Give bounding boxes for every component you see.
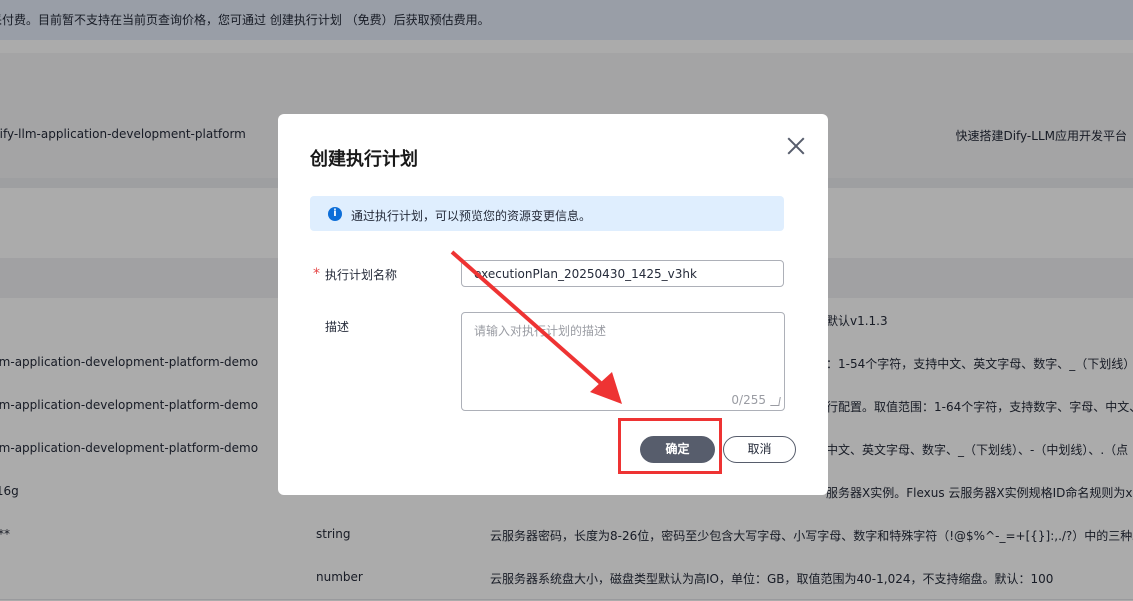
plan-name-input[interactable] (461, 260, 784, 287)
dialog-title: 创建执行计划 (310, 149, 418, 170)
resize-handle-icon[interactable] (770, 397, 781, 406)
close-icon[interactable] (786, 136, 806, 156)
required-mark: * (313, 266, 320, 282)
description-field: 0/255 (461, 312, 785, 411)
char-counter: 0/255 (731, 393, 766, 407)
description-label: 描述 (325, 320, 350, 334)
plan-name-label: 执行计划名称 (325, 268, 398, 282)
info-alert: i 通过执行计划，可以预览您的资源变更信息。 (310, 196, 784, 231)
cancel-button[interactable]: 取消 (723, 436, 796, 463)
info-alert-text: 通过执行计划，可以预览您的资源变更信息。 (351, 209, 592, 223)
info-icon: i (328, 207, 342, 221)
create-execution-plan-dialog: 创建执行计划 i 通过执行计划，可以预览您的资源变更信息。 * 执行计划名称 描… (278, 114, 828, 495)
highlight-box (618, 418, 722, 474)
